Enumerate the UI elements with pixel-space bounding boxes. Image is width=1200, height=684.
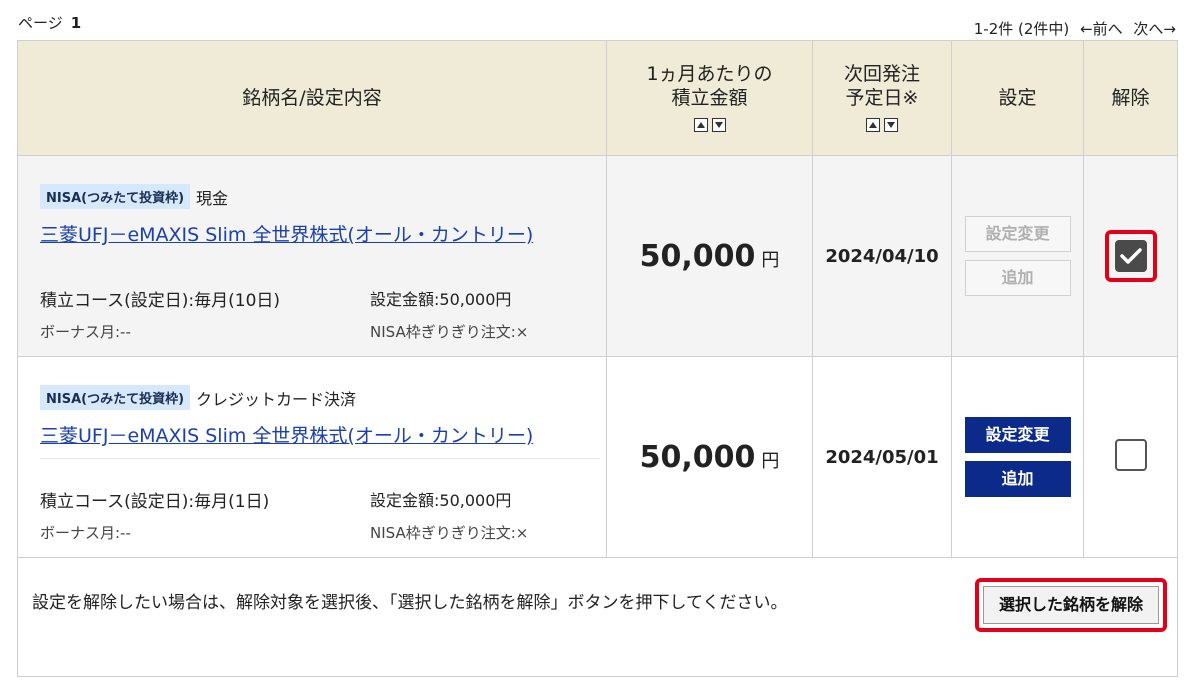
page-number: 1 [70,14,82,32]
footer-cell: 設定を解除したい場合は、解除対象を選択後、「選択した銘柄を解除」ボタンを押下して… [17,557,1178,677]
bonus-month: ボーナス月:-- [40,323,131,341]
column-header-settings: 設定 [951,40,1084,156]
course-info: 積立コース(設定日):毎月(10日) [40,291,281,311]
payment-method: クレジットカード決済 [196,389,357,409]
release-selected-button[interactable]: 選択した銘柄を解除 [983,586,1159,624]
tsumitate-settings-table: 銘柄名/設定内容 1ヵ月あたりの 積立金額 次回発注 予定日※ 設定 解除 NI… [17,40,1178,677]
monthly-amount-cell: 50,000 円 [606,155,813,357]
next-order-date: 2024/04/10 [812,155,952,357]
column-header-monthly-amount: 1ヵ月あたりの 積立金額 [606,40,813,156]
divider [40,458,600,459]
page-indicator: ページ 1 [18,12,81,33]
table-row: NISA(つみたて投資枠) クレジットカード決済 三菱UFJ－eMAXIS Sl… [17,356,1178,558]
cancel-cell [1083,356,1178,558]
change-settings-button[interactable]: 設定変更 [964,216,1071,252]
nisa-tag: NISA(つみたて投資枠) [40,184,191,209]
next-page-link[interactable]: 次へ→ [1133,20,1176,38]
fund-cell: NISA(つみたて投資枠) クレジットカード決済 三菱UFJ－eMAXIS Sl… [17,356,607,558]
column-header-cancel: 解除 [1083,40,1178,156]
course-info: 積立コース(設定日):毎月(1日) [40,492,270,512]
cancel-cell [1083,155,1178,357]
page-label: ページ [18,14,63,32]
fund-cell: NISA(つみたて投資枠) 現金 三菱UFJ－eMAXIS Slim 全世界株式… [17,155,607,357]
amount-unit: 円 [761,450,780,472]
sort-asc-icon[interactable] [866,118,880,132]
payment-method: 現金 [196,188,229,208]
monthly-amount: 50,000 [639,439,756,475]
setting-amount: 設定金額:50,000円 [370,491,512,510]
column-header-fund: 銘柄名/設定内容 [17,40,607,156]
nisa-tag: NISA(つみたて投資枠) [40,385,191,410]
prev-page-link[interactable]: ←前へ [1080,20,1123,38]
cancel-checkbox[interactable] [1114,439,1147,471]
settings-cell: 設定変更 追加 [951,356,1084,558]
nisa-limit-order: NISA枠ぎりぎり注文:× [370,524,529,542]
sort-desc-icon[interactable] [884,118,898,132]
amount-unit: 円 [761,249,780,271]
monthly-amount-cell: 50,000 円 [606,356,813,558]
checkmark-icon [1119,248,1142,264]
add-button[interactable]: 追加 [964,260,1071,296]
footer-row: 設定を解除したい場合は、解除対象を選択後、「選択した銘柄を解除」ボタンを押下して… [17,557,1178,677]
result-range: 1-2件 (2件中) [973,20,1070,38]
settings-cell: 設定変更 追加 [951,155,1084,357]
fund-name-link[interactable]: 三菱UFJ－eMAXIS Slim 全世界株式(オール・カントリー) [40,220,533,247]
change-settings-button[interactable]: 設定変更 [964,417,1071,453]
pagination-bar: ページ 1 1-2件 (2件中) ←前へ 次へ→ [18,12,1176,39]
column-header-next-date: 次回発注 予定日※ [812,40,952,156]
pager: 1-2件 (2件中) ←前へ 次へ→ [974,18,1176,39]
setting-amount: 設定金額:50,000円 [370,290,512,309]
instruction-note: 設定を解除したい場合は、解除対象を選択後、「選択した銘柄を解除」ボタンを押下して… [32,593,788,613]
sort-desc-icon[interactable] [711,118,726,132]
table-header-row: 銘柄名/設定内容 1ヵ月あたりの 積立金額 次回発注 予定日※ 設定 解除 [17,40,1178,156]
cancel-checkbox[interactable] [1114,240,1147,272]
nisa-limit-order: NISA枠ぎりぎり注文:× [370,323,529,341]
fund-name-link[interactable]: 三菱UFJ－eMAXIS Slim 全世界株式(オール・カントリー) [40,421,533,448]
bonus-month: ボーナス月:-- [40,524,131,542]
table-row: NISA(つみたて投資枠) 現金 三菱UFJ－eMAXIS Slim 全世界株式… [17,155,1178,357]
monthly-amount: 50,000 [639,238,756,274]
next-order-date: 2024/05/01 [812,356,952,558]
sort-asc-icon[interactable] [693,118,708,132]
add-button[interactable]: 追加 [964,461,1071,497]
